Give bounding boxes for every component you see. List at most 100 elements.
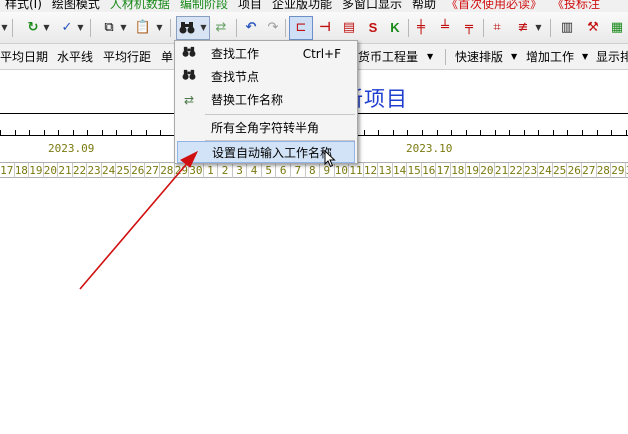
- copy-icon[interactable]: ⧉: [100, 19, 118, 37]
- timeline-tick: [437, 130, 438, 135]
- dropdown-arrow-icon[interactable]: ▼: [199, 19, 208, 37]
- currency-quantity-button[interactable]: 货币工程量: [358, 48, 418, 66]
- day-cell: 1: [204, 163, 219, 178]
- menu-item-label: 查找工作: [211, 47, 260, 61]
- day-cell: 11: [349, 163, 364, 178]
- table-icon[interactable]: ▤: [340, 19, 358, 37]
- single-button[interactable]: 单: [161, 48, 173, 66]
- timeline-tick: [15, 130, 16, 135]
- menu-style[interactable]: 样式(I): [0, 0, 47, 12]
- day-cell: 18: [14, 163, 30, 178]
- dropdown-arrow-icon[interactable]: ▼: [427, 48, 433, 66]
- timeline-tick: [87, 130, 88, 135]
- day-cell: 22: [509, 163, 524, 178]
- day-cell: 23: [87, 163, 102, 178]
- dropdown-arrow-icon[interactable]: ▼: [534, 19, 543, 37]
- day-cell: 13: [378, 163, 393, 178]
- day-cell: 19: [465, 163, 481, 178]
- menu-item-replace-work-name[interactable]: ⇄ 替换工作名称: [177, 89, 355, 111]
- toolbar-separator: [408, 19, 409, 37]
- timeline-tick: [378, 130, 379, 135]
- day-cell: 24: [538, 163, 553, 178]
- auto-layout-icon[interactable]: ⌗: [488, 19, 506, 37]
- day-cell: 17: [436, 163, 452, 178]
- day-scale-row: 17 18 19 20 21 22 23 24 25 26 27 28 29 30 1 2 3 4 5 6 7 8 9 10 1…: [0, 162, 628, 178]
- day-cell: 27: [582, 163, 597, 178]
- horizontal-line-button[interactable]: 水平线: [57, 48, 93, 66]
- day-cell: 6: [276, 163, 291, 178]
- dropdown-arrow-icon[interactable]: ▼: [0, 19, 9, 37]
- timeline-tick: [422, 130, 423, 135]
- menu-enterprise[interactable]: 企业版功能: [267, 0, 337, 12]
- dropdown-arrow-icon[interactable]: ▼: [76, 19, 85, 37]
- print-icon[interactable]: ▦: [608, 19, 626, 37]
- day-cell: 22: [72, 163, 88, 178]
- refresh-icon[interactable]: ↻: [24, 19, 42, 37]
- chart-settings-icon[interactable]: ⚒: [584, 19, 602, 37]
- menu-stage[interactable]: 编制阶段: [175, 0, 233, 12]
- find-dropdown-menu: 查找工作 Ctrl+F 查找节点 ⇄ 替换工作名称 所有全角字符转半角 设置自动…: [174, 40, 358, 164]
- menu-draw-mode[interactable]: 绘图模式: [47, 0, 105, 12]
- undo-icon[interactable]: ↶: [242, 19, 260, 37]
- menu-item-find-work[interactable]: 查找工作 Ctrl+F: [177, 43, 355, 65]
- menu-resource-data[interactable]: 人材机数据: [105, 0, 175, 12]
- menu-item-fullwidth-to-halfwidth[interactable]: 所有全角字符转半角: [177, 117, 355, 139]
- day-cell: 20: [43, 163, 59, 178]
- day-cell: 2: [218, 163, 233, 178]
- replace-icon[interactable]: ⇄: [212, 19, 230, 37]
- toolbar-separator: [12, 19, 13, 37]
- menu-item-shortcut: Ctrl+F: [302, 47, 341, 61]
- day-cell: 26: [131, 163, 146, 178]
- line-split-icon[interactable]: ⊣: [316, 19, 334, 37]
- dropdown-arrow-icon[interactable]: ▼: [42, 19, 51, 37]
- timeline-tick: [44, 130, 45, 135]
- day-cell: 20: [480, 163, 495, 178]
- binoculars-icon[interactable]: [178, 19, 196, 37]
- menu-item-label: 所有全角字符转半角: [211, 121, 320, 135]
- quick-layout-button[interactable]: 快速排版: [455, 48, 503, 66]
- network-up-icon[interactable]: ╤: [460, 19, 478, 37]
- link-lines-icon[interactable]: ⊏: [292, 19, 310, 37]
- dropdown-arrow-icon[interactable]: ▼: [119, 19, 128, 37]
- menu-multi-window[interactable]: 多窗口显示: [337, 0, 407, 12]
- menu-item-label: 替换工作名称: [211, 93, 284, 107]
- check-icon[interactable]: ✓: [58, 19, 76, 37]
- menu-first-use[interactable]: 《首次使用必读》: [441, 0, 547, 12]
- binoculars-icon: [181, 46, 197, 62]
- menu-bar: 样式(I) 绘图模式 人材机数据 编制阶段 项目 企业版功能 多窗口显示 帮助 《首次使用必读》…: [0, 0, 628, 12]
- avg-row-spacing-button[interactable]: 平均行距: [103, 48, 151, 66]
- toolbar-separator: [445, 49, 446, 65]
- menu-help[interactable]: 帮助: [407, 0, 441, 12]
- menu-item-find-node[interactable]: 查找节点: [177, 66, 355, 88]
- add-work-button[interactable]: 增加工作: [526, 48, 574, 66]
- day-cell: 8: [306, 163, 321, 178]
- network-icon[interactable]: ╪: [412, 19, 430, 37]
- toolbar-separator: [483, 19, 484, 37]
- menu-project[interactable]: 项目: [233, 0, 267, 12]
- timeline-tick: [597, 130, 598, 135]
- toolbar-separator: [285, 19, 286, 37]
- redo-icon[interactable]: ↷: [264, 19, 282, 37]
- menu-bid[interactable]: 《投标注: [547, 0, 605, 12]
- timeline-tick: [0, 130, 1, 135]
- avg-date-button[interactable]: 平均日期: [0, 48, 48, 66]
- day-cell: 29: [174, 163, 190, 178]
- menu-item-label: 查找节点: [211, 70, 260, 84]
- timeline-tick: [146, 130, 147, 135]
- timeline-tick: [407, 130, 408, 135]
- paste-icon[interactable]: 📋: [134, 19, 152, 37]
- align-icon[interactable]: ≢: [514, 19, 532, 37]
- network-down-icon[interactable]: ╧: [436, 19, 454, 37]
- dropdown-arrow-icon[interactable]: ▼: [582, 48, 588, 66]
- menu-separator: [205, 114, 355, 115]
- k-icon[interactable]: K: [386, 19, 404, 37]
- timeline-tick: [364, 130, 365, 135]
- dropdown-arrow-icon[interactable]: ▼: [155, 19, 164, 37]
- day-cell: 4: [247, 163, 262, 178]
- timeline-tick: [131, 130, 132, 135]
- s-icon[interactable]: S: [364, 19, 382, 37]
- books-icon[interactable]: ▥: [558, 19, 576, 37]
- display-button[interactable]: 显示排: [596, 48, 628, 66]
- dropdown-arrow-icon[interactable]: ▼: [511, 48, 517, 66]
- toolbar-separator: [550, 19, 551, 37]
